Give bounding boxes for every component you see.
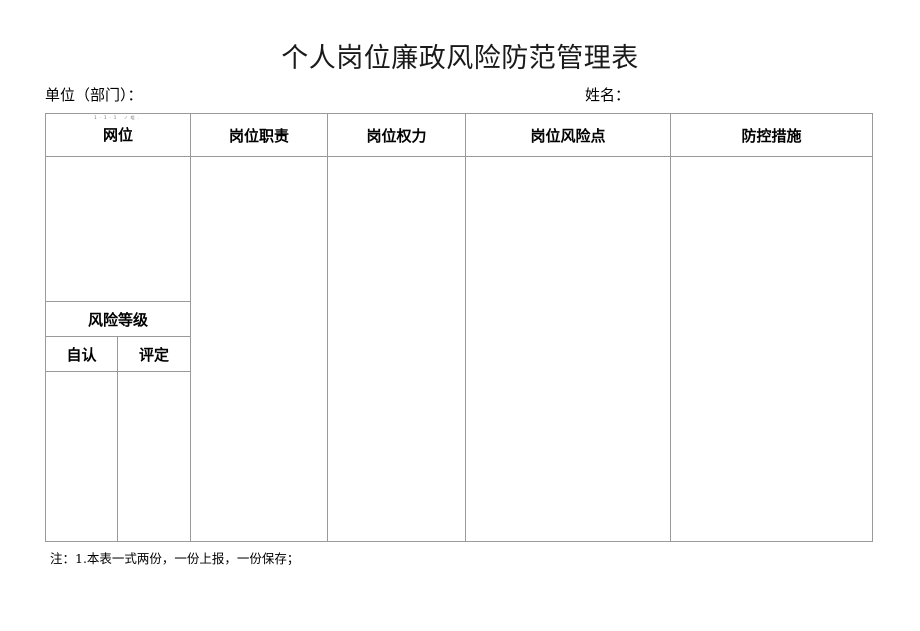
column-header-risk-point: 岗位风险点 (465, 113, 672, 157)
cell-post-value[interactable] (44, 156, 192, 302)
column-header-post: 1·1·1 ノ咀. 网位 (44, 113, 192, 157)
risk-grade-evaluated-header: 评定 (116, 336, 192, 372)
risk-management-table: 1·1·1 ノ咀. 网位 岗位职责 岗位权力 岗位风险点 防控措施 风险等级 自… (44, 113, 874, 542)
column-header-duty: 岗位职责 (190, 113, 329, 157)
cell-duty-value[interactable] (190, 156, 329, 542)
cell-risk-point-value[interactable] (465, 156, 672, 542)
cell-power-value[interactable] (327, 156, 467, 542)
table-row (44, 156, 874, 542)
risk-grade-label: 风险等级 (44, 301, 192, 337)
footer-note: 注：1.本表一式两份，一份上报，一份保存； (50, 551, 300, 566)
cell-self-assess-value[interactable] (45, 371, 118, 542)
column-header-power: 岗位权力 (327, 113, 467, 157)
name-label: 姓名： (585, 86, 631, 104)
column-header-control-measure: 防控措施 (670, 113, 874, 157)
page-title: 个人岗位廉政风险防范管理表 (281, 43, 639, 74)
document-page: 个人岗位廉政风险防范管理表 单位（部门）： 姓名： 1·1·1 ノ咀. 网位 岗… (0, 0, 920, 631)
risk-grade-self-assess-header: 自认 (45, 336, 118, 372)
unit-department-label: 单位（部门）： (45, 86, 143, 104)
post-header-artifact-text: 1·1·1 ノ咀. (94, 115, 142, 121)
post-header-label: 网位 (103, 126, 134, 145)
table-header-row: 1·1·1 ノ咀. 网位 岗位职责 岗位权力 岗位风险点 防控措施 (44, 113, 874, 157)
cell-evaluated-value[interactable] (116, 371, 192, 542)
cell-control-measure-value[interactable] (670, 156, 874, 542)
post-header-stack: 1·1·1 ノ咀. 网位 (94, 115, 139, 145)
